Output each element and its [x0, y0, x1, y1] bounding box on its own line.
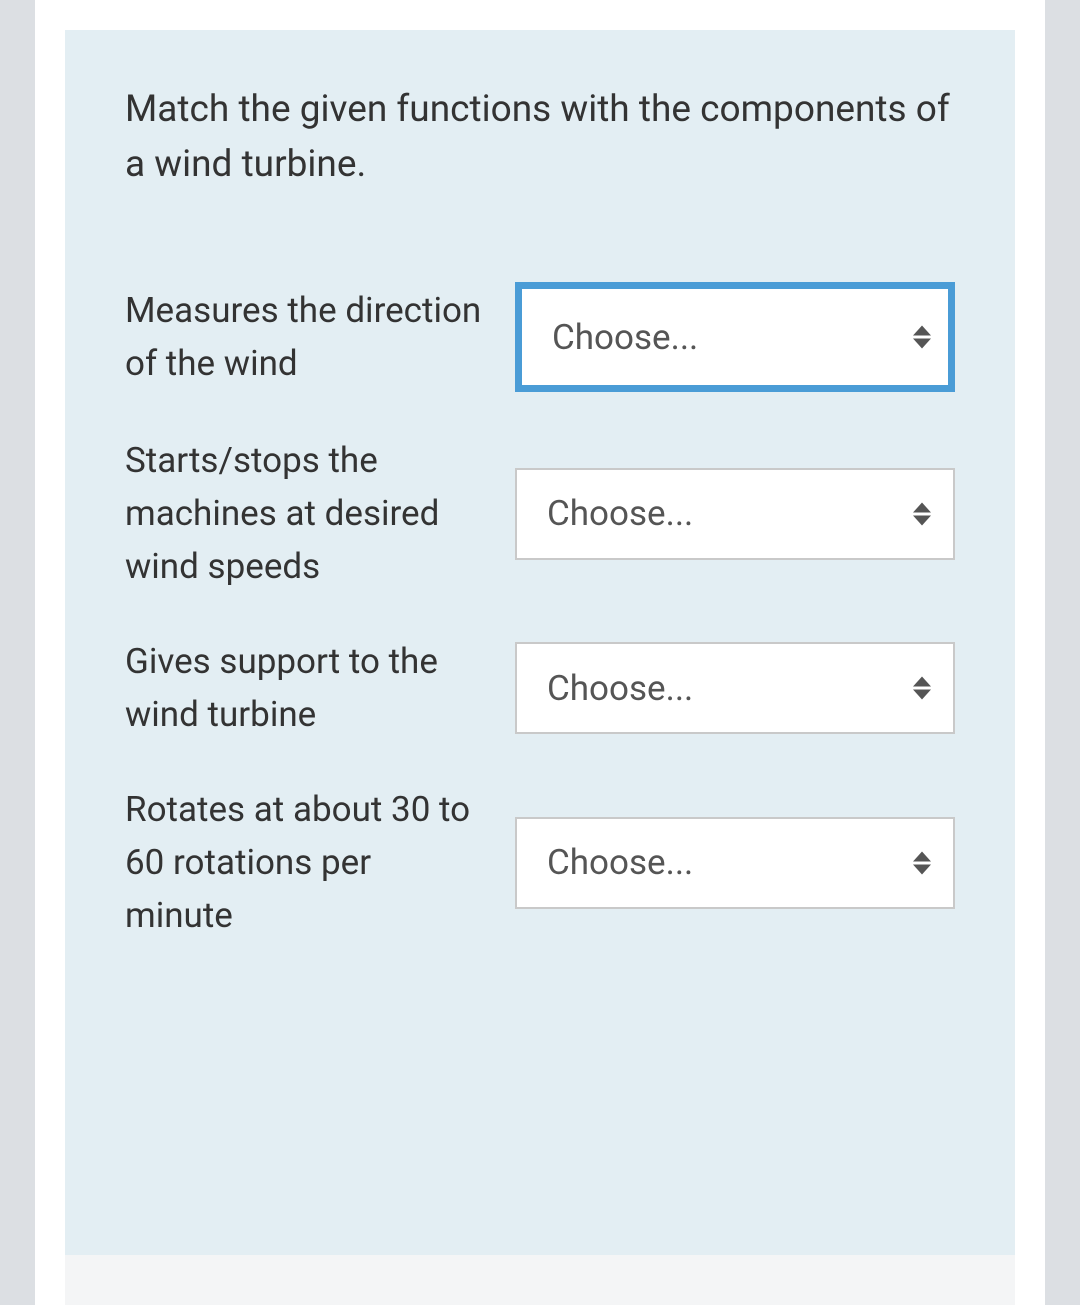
question-card: Match the given functions with the compo… [35, 0, 1045, 1305]
select-value: Choose... [552, 317, 698, 358]
select-wrap: Choose... [515, 642, 955, 734]
match-item-label: Rotates at about 30 to 60 rotations per … [125, 783, 485, 942]
match-row: Rotates at about 30 to 60 rotations per … [125, 783, 955, 942]
question-prompt: Match the given functions with the compo… [125, 82, 955, 192]
footer-bar [65, 1255, 1015, 1305]
answer-select[interactable]: Choose... [515, 468, 955, 560]
match-row: Measures the direction of the wind Choos… [125, 282, 955, 392]
answer-select[interactable]: Choose... [515, 642, 955, 734]
select-wrap: Choose... [515, 817, 955, 909]
match-item-label: Measures the direction of the wind [125, 284, 485, 390]
select-wrap: Choose... [515, 282, 955, 392]
match-item-label: Gives support to the wind turbine [125, 635, 485, 741]
question-panel: Match the given functions with the compo… [65, 30, 1015, 1255]
select-value: Choose... [547, 842, 693, 883]
select-value: Choose... [547, 493, 693, 534]
match-item-label: Starts/stops the machines at desired win… [125, 434, 485, 593]
match-row: Starts/stops the machines at desired win… [125, 434, 955, 593]
answer-select[interactable]: Choose... [515, 282, 955, 392]
match-row: Gives support to the wind turbine Choose… [125, 635, 955, 741]
select-wrap: Choose... [515, 468, 955, 560]
answer-select[interactable]: Choose... [515, 817, 955, 909]
select-value: Choose... [547, 668, 693, 709]
